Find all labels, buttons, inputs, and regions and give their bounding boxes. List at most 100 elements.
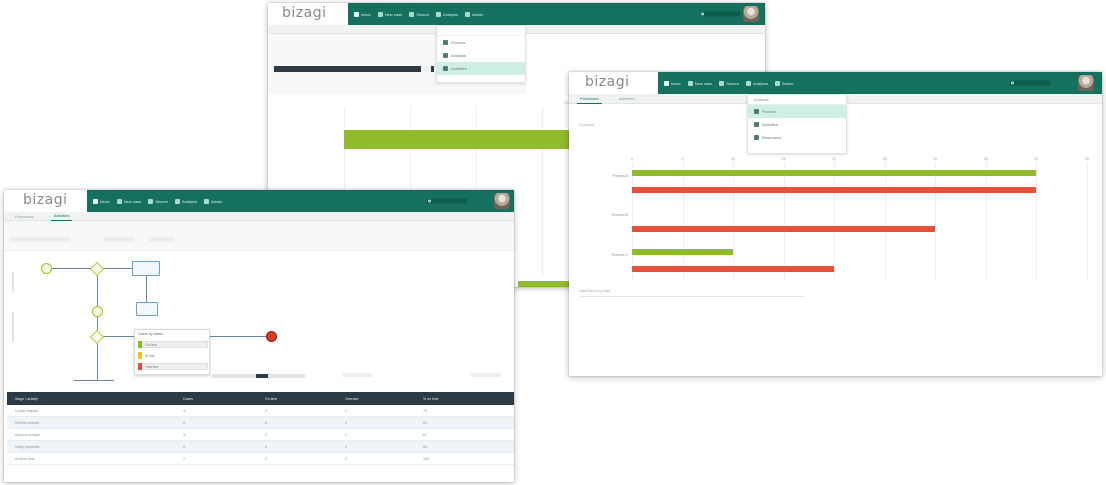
task-box[interactable]	[136, 302, 158, 316]
table-row[interactable]: Approve budget 3 2 1 67	[7, 429, 514, 441]
back-filter-bar[interactable]	[274, 66, 434, 72]
back-menu-title	[437, 26, 525, 36]
process-icon	[443, 40, 448, 45]
popup-row-label: On time	[142, 341, 208, 348]
left-tab-activities[interactable]: Activities	[50, 211, 73, 221]
table-row[interactable]: Archive case 2 2 0 100	[7, 453, 514, 465]
analysis-icon	[436, 11, 442, 17]
task-box[interactable]	[132, 261, 160, 276]
intermediate-event[interactable]	[92, 306, 103, 317]
col-pct-on-time[interactable]: % on time	[423, 397, 439, 401]
table-row[interactable]: Create request 4 3 1 75	[7, 405, 514, 417]
chart-x-tick-label: 5	[681, 157, 684, 161]
col-on-time[interactable]: On time	[265, 397, 277, 401]
start-event[interactable]	[41, 263, 52, 274]
table-row[interactable]: Notify requester 5 4 1 80	[7, 441, 514, 453]
admin-icon	[464, 11, 470, 17]
table-cell: 2	[265, 457, 267, 461]
table-cell: 3	[183, 433, 185, 437]
left-nav-items: Inbox New case Search Analysis Admin	[93, 190, 222, 212]
left-tab-processes[interactable]: Processes	[12, 212, 37, 221]
left-filter-field-2[interactable]	[104, 237, 134, 242]
back-nav-admin[interactable]: Admin	[464, 11, 483, 17]
right-summary-line: 3 process	[579, 123, 595, 127]
back-menu-item-activities[interactable]: Analysis	[437, 49, 525, 62]
chart-gridline	[632, 162, 633, 280]
back-menu-item-highlighted[interactable]: Activities	[437, 62, 525, 75]
chart-gridline	[985, 162, 987, 280]
right-bar-chart: 0 5 10 15 20 25 30 35 40 45 Process A Process B Proc…	[612, 157, 1089, 280]
back-menu-item-process[interactable]: Process	[437, 36, 525, 49]
table-cell: Approve budget	[15, 433, 40, 437]
activities-table: Stage / activity Cases On time Overdue %…	[7, 392, 514, 478]
right-nav-inbox[interactable]: Inbox	[664, 80, 681, 86]
right-nav-items: Inbox New case Search Analysis Admin	[664, 72, 793, 94]
right-search-box[interactable]	[1010, 80, 1050, 86]
left-nav-new-case[interactable]: New case	[116, 198, 141, 204]
sequence-flow	[97, 268, 98, 380]
gateway[interactable]	[89, 261, 105, 277]
right-tab-activities[interactable]: Activities	[616, 94, 638, 103]
right-tab-processes[interactable]: Processes	[577, 94, 602, 104]
popup-row-at-risk: At risk	[138, 352, 208, 359]
left-logo: bizagi	[23, 192, 68, 208]
new-case-icon	[687, 80, 693, 86]
back-search-box[interactable]	[700, 11, 740, 17]
table-cell: 83	[423, 421, 427, 425]
chart-category-label: Process C	[611, 252, 628, 257]
right-menu-title: Analysis	[748, 95, 846, 105]
chart-x-tick-label: 10	[731, 157, 736, 161]
left-filter-field[interactable]	[10, 237, 70, 242]
chart-bar-overdue[interactable]	[632, 187, 1037, 193]
back-nav-new-case[interactable]: New case	[377, 11, 402, 17]
table-cell: 75	[423, 409, 427, 413]
col-stage[interactable]: Stage / activity	[15, 397, 38, 401]
table-cell: 100	[423, 457, 429, 461]
diagram-scrollbar[interactable]	[212, 374, 305, 378]
popup-row-on-time: On time	[138, 341, 208, 348]
lane-label	[12, 312, 14, 342]
chart-bar-overdue[interactable]	[632, 226, 936, 233]
diagram-zoom-control-2[interactable]	[471, 373, 501, 377]
table-body: Create request 4 3 1 75 Review request 6 5 1 83 Ap…	[7, 405, 514, 478]
right-logo: bizagi	[585, 74, 630, 90]
left-nav-admin[interactable]: Admin	[203, 198, 222, 204]
back-filter-button[interactable]	[421, 66, 431, 72]
back-avatar[interactable]	[743, 6, 759, 22]
chart-bar-on-time[interactable]	[632, 248, 734, 255]
right-nav-search[interactable]: Search	[719, 80, 739, 86]
table-cell: 5	[183, 445, 185, 449]
right-menu-item-activities[interactable]: Activities	[748, 118, 846, 131]
chart-gridline	[1036, 162, 1038, 280]
right-nav-new-case[interactable]: New case	[687, 80, 712, 86]
left-nav-search[interactable]: Search	[148, 198, 168, 204]
table-cell: 4	[183, 409, 185, 413]
right-menu-item-resources[interactable]: Resources	[748, 131, 846, 144]
col-overdue[interactable]: Overdue	[345, 397, 358, 401]
left-appbar: bizagi Inbox New case Search Analysis Ad…	[4, 190, 514, 212]
diagram-scrollbar-thumb[interactable]	[256, 374, 268, 378]
end-event[interactable]	[266, 331, 277, 342]
left-search-box[interactable]	[427, 198, 467, 204]
table-row[interactable]: Review request 6 5 1 83	[7, 417, 514, 429]
right-avatar[interactable]	[1078, 75, 1094, 91]
back-nav-search[interactable]: Search	[409, 11, 429, 17]
right-menu-item-process[interactable]: Process	[748, 105, 846, 118]
left-filter-field-3[interactable]	[149, 237, 174, 242]
left-nav-inbox[interactable]: Inbox	[93, 198, 110, 204]
gateway[interactable]	[89, 329, 105, 345]
right-nav-analysis[interactable]: Analysis	[746, 80, 768, 86]
chart-bar-overdue[interactable]	[632, 265, 835, 272]
diagram-zoom-control[interactable]	[342, 373, 372, 377]
back-nav-inbox[interactable]: Inbox	[354, 11, 371, 17]
col-cases[interactable]: Cases	[183, 397, 193, 401]
back-nav-analysis[interactable]: Analysis	[436, 11, 458, 17]
chart-x-tick-label: 45	[1085, 157, 1089, 161]
table-cell: 1	[345, 445, 347, 449]
right-navbar: Inbox New case Search Analysis Admin	[658, 72, 1102, 94]
activities-icon	[443, 66, 448, 71]
left-nav-analysis[interactable]: Analysis	[175, 198, 197, 204]
right-nav-admin[interactable]: Admin	[774, 80, 793, 86]
left-avatar[interactable]	[494, 193, 510, 209]
chart-bar-on-time[interactable]	[632, 170, 1037, 176]
